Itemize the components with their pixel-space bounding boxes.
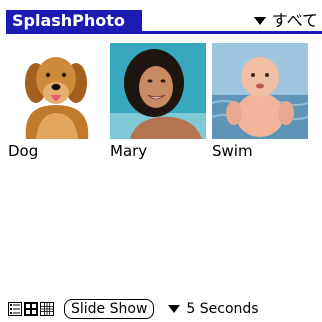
category-label: すべて <box>271 11 318 30</box>
small-grid-view-icon[interactable] <box>40 302 54 316</box>
interval-label: 5 Seconds <box>186 301 259 317</box>
photo-thumb-dog[interactable]: Dog <box>8 43 104 160</box>
dog-photo <box>8 43 104 139</box>
slide-show-button[interactable]: Slide Show <box>64 299 155 319</box>
category-dropdown[interactable]: すべて <box>253 11 318 31</box>
photo-thumb-mary[interactable]: Mary <box>110 43 206 160</box>
mary-photo <box>110 43 206 139</box>
dropdown-arrow-icon <box>168 305 181 313</box>
thumbnail-view-icon[interactable] <box>24 302 38 316</box>
slideshow-interval-dropdown[interactable]: 5 Seconds <box>168 301 259 317</box>
view-mode-toggle <box>8 302 54 316</box>
photo-grid: Dog Mary Swim <box>8 43 308 160</box>
swim-photo <box>212 43 308 139</box>
list-view-icon[interactable] <box>8 302 22 316</box>
title-bar: SplashPhoto すべて <box>0 0 322 38</box>
photo-thumb-swim[interactable]: Swim <box>212 43 308 160</box>
bottom-toolbar: Slide Show 5 Seconds <box>8 298 320 320</box>
photo-label: Mary <box>110 142 148 160</box>
dropdown-arrow-icon <box>253 17 266 25</box>
photo-label: Swim <box>212 142 253 160</box>
title-underline <box>6 31 322 34</box>
app-title: SplashPhoto <box>6 10 142 32</box>
photo-label: Dog <box>8 142 39 160</box>
